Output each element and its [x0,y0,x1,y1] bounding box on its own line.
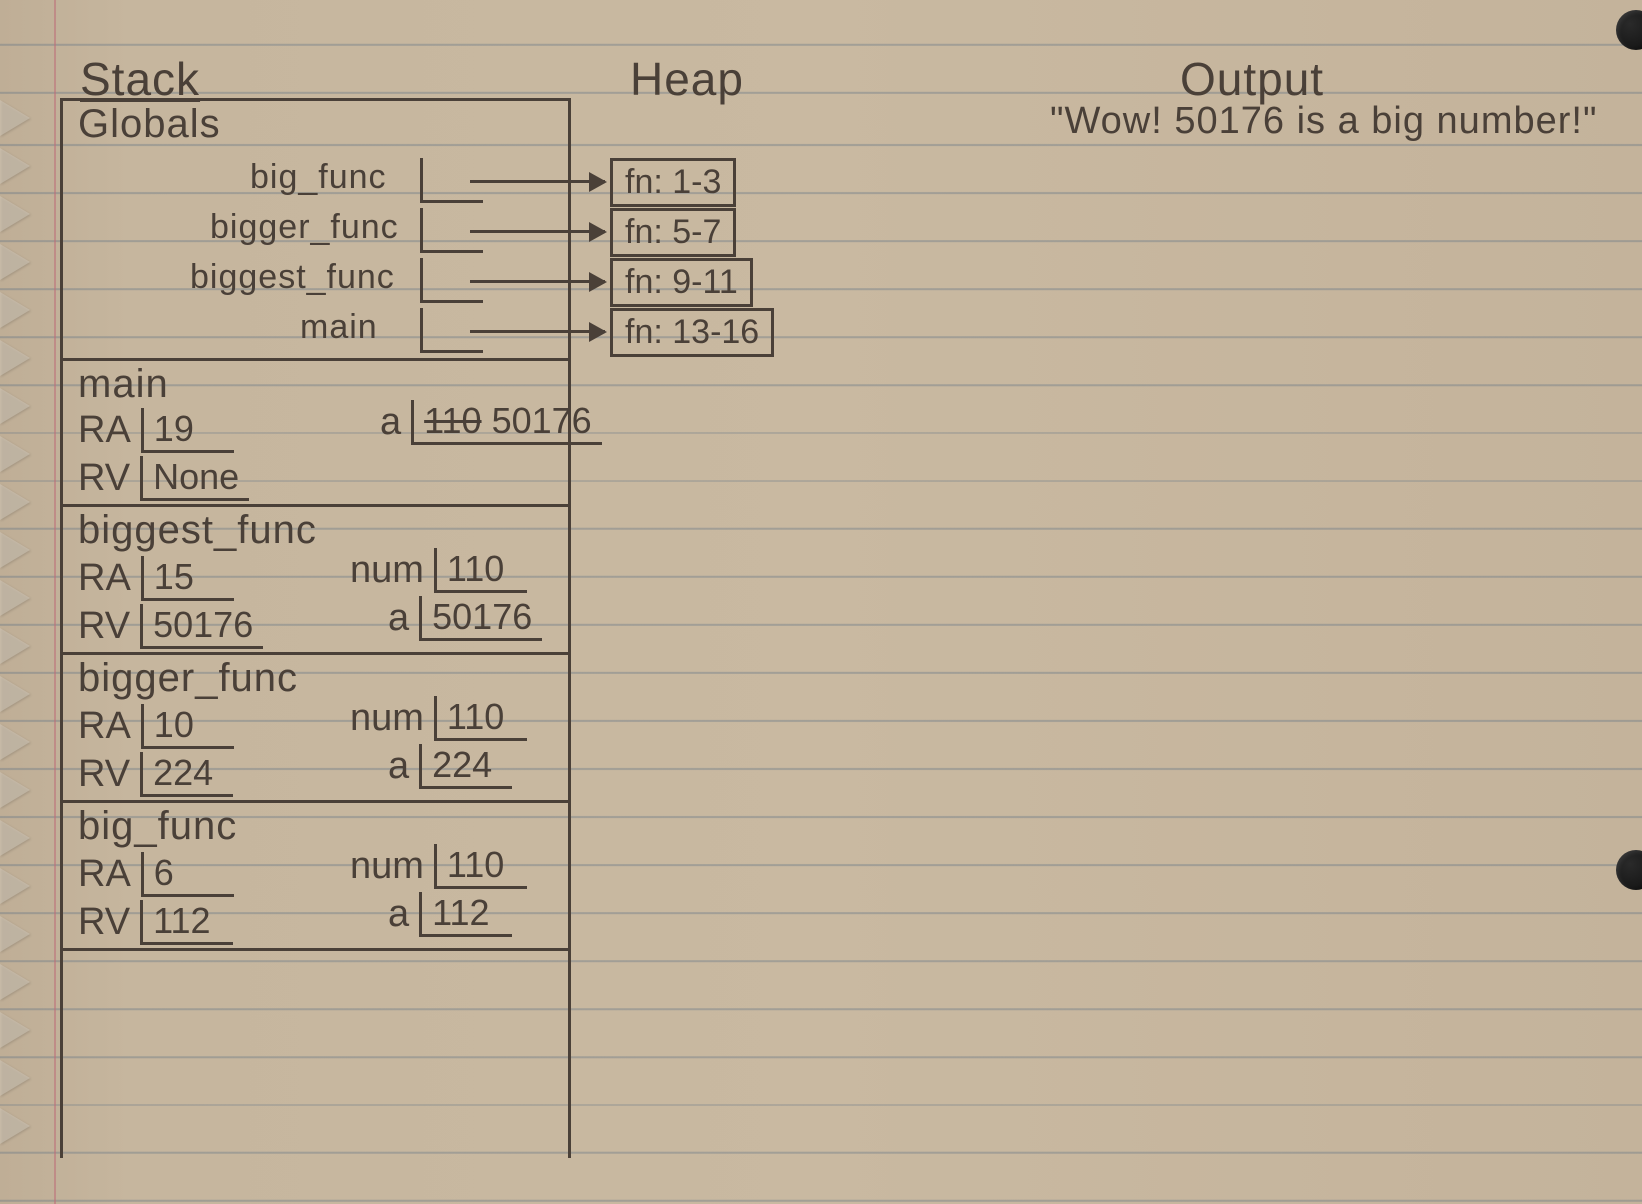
ra-label: RA [78,557,131,600]
var-slot: a 110 50176 [380,400,602,445]
var-name: num [350,697,424,740]
frame-separator [60,504,568,507]
frame-separator [60,652,568,655]
frame-separator [60,358,568,361]
rv-value: 224 [140,752,233,797]
arrow-icon [470,180,605,183]
var-name: num [350,549,424,592]
var-old-value: 110 [424,400,481,441]
ra-value: 10 [141,704,234,749]
left-triangle-tabs [0,100,30,1204]
var-value: 110 50176 [411,400,602,445]
rv-slot: RV 50176 [78,604,263,649]
heap-object: fn: 13-16 [610,308,774,357]
frame-title: biggest_func [78,508,317,553]
output-text: "Wow! 50176 is a big number!" [1050,100,1597,143]
ra-slot: RA 19 [78,408,234,453]
var-value: 110 [434,696,527,741]
ra-label: RA [78,705,131,748]
var-value: 110 [434,548,527,593]
var-slot: num 110 [350,696,527,741]
ra-slot: RA 15 [78,556,234,601]
heap-header: Heap [630,52,744,106]
var-name: a [380,401,401,444]
var-slot: num 110 [350,548,527,593]
var-slot: a 112 [388,892,512,937]
var-value: 50176 [419,596,542,641]
output-header: Output [1180,52,1324,106]
var-value: 224 [419,744,512,789]
ra-value: 6 [141,852,234,897]
frame-separator [60,948,568,951]
rv-label: RV [78,753,130,796]
rv-slot: RV 224 [78,752,233,797]
rv-slot: RV None [78,456,249,501]
var-value: 110 [434,844,527,889]
arrow-icon [470,230,605,233]
var-slot: a 50176 [388,596,542,641]
var-name: num [350,845,424,888]
rv-label: RV [78,457,130,500]
rv-value: None [140,456,249,501]
ra-label: RA [78,409,131,452]
var-name: a [388,745,409,788]
ra-value: 19 [141,408,234,453]
rv-label: RV [78,605,130,648]
heap-object: fn: 1-3 [610,158,736,207]
global-name: bigger_func [210,208,399,247]
frame-title: bigger_func [78,656,298,701]
var-slot: a 224 [388,744,512,789]
globals-title: Globals [78,102,221,147]
rv-label: RV [78,901,130,944]
margin-line [54,0,56,1204]
rv-value: 112 [140,900,233,945]
arrow-icon [470,280,605,283]
ra-slot: RA 6 [78,852,234,897]
arrow-icon [470,330,605,333]
stack-top-line [60,98,568,101]
var-value: 112 [419,892,512,937]
var-new-value: 50176 [492,400,592,441]
ra-value: 15 [141,556,234,601]
ra-slot: RA 10 [78,704,234,749]
rv-value: 50176 [140,604,263,649]
global-name: main [300,308,378,347]
var-name: a [388,893,409,936]
var-name: a [388,597,409,640]
var-slot: num 110 [350,844,527,889]
global-name: big_func [250,158,387,197]
heap-object: fn: 5-7 [610,208,736,257]
frame-title: big_func [78,804,237,849]
frame-separator [60,800,568,803]
ra-label: RA [78,853,131,896]
global-name: biggest_func [190,258,395,297]
frame-title: main [78,362,169,407]
heap-object: fn: 9-11 [610,258,753,307]
rv-slot: RV 112 [78,900,233,945]
